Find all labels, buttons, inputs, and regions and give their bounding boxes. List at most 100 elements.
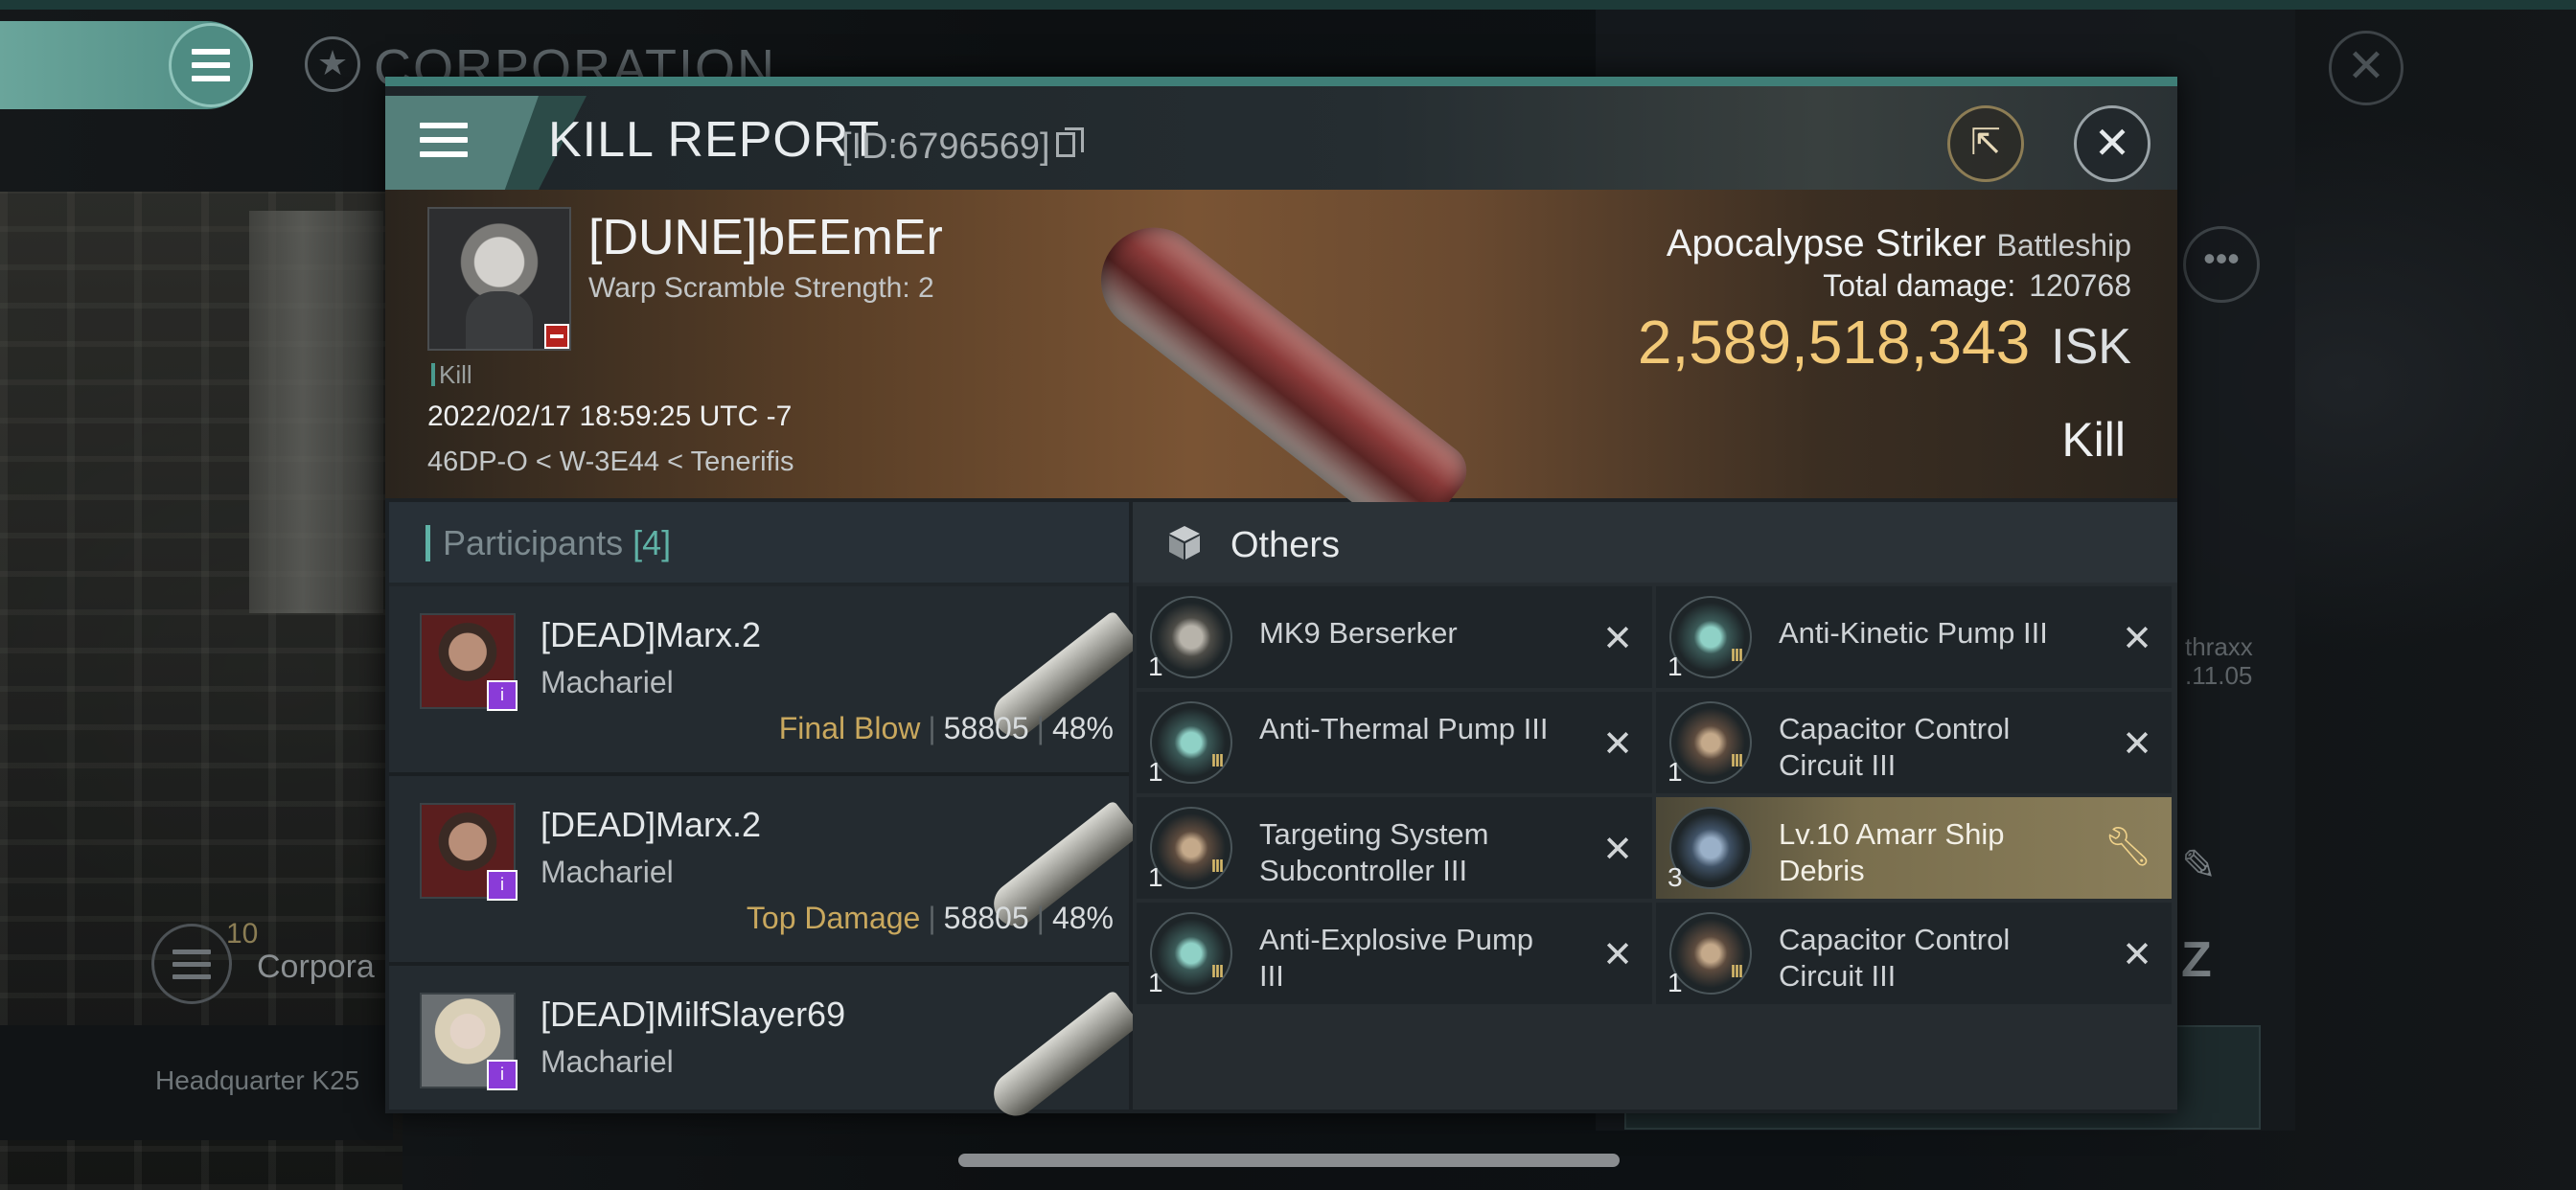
background-side-text: thraxx .11.05	[2185, 632, 2253, 690]
kill-tag: Kill	[431, 360, 472, 390]
participant-row[interactable]: i [DEAD]MilfSlayer69 Machariel	[389, 966, 1141, 1125]
tier-badge: III	[1211, 962, 1224, 981]
participant-role: Top Damage	[746, 901, 921, 935]
corp-count: 10	[226, 918, 259, 950]
item-cell[interactable]: III 1 Anti-Explosive Pump III ✕	[1137, 903, 1652, 1004]
item-quantity: 3	[1668, 862, 1683, 892]
participant-ship-image	[984, 989, 1141, 1125]
participant-name: [DEAD]MilfSlayer69	[540, 995, 846, 1034]
participant-damage: 58805	[943, 711, 1029, 745]
item-name: Targeting System Subcontroller III	[1259, 817, 1489, 887]
item-quantity: 1	[1148, 652, 1163, 681]
participants-count: [4]	[632, 523, 672, 562]
participants-title: Participants [4]	[443, 523, 671, 563]
destroyed-x-icon: ✕	[2122, 619, 2152, 659]
item-cell-highlighted[interactable]: 3 Lv.10 Amarr Ship Debris 🔧︎	[1656, 797, 2172, 899]
participant-row[interactable]: i [DEAD]Marx.2 Machariel Top Damage | 5880…	[389, 776, 1141, 966]
z-settings-icon[interactable]: Z	[2181, 931, 2212, 989]
participant-name: [DEAD]Marx.2	[540, 615, 762, 654]
victim-name[interactable]: [DUNE]bEEmEr	[588, 209, 943, 266]
dialog-top-accent	[385, 77, 2177, 86]
item-name: Anti-Thermal Pump III	[1259, 712, 1549, 745]
menu-icon	[192, 49, 230, 81]
item-name: Anti-Explosive Pump III	[1259, 923, 1534, 993]
participant-stats: Top Damage | 58805 | 48%	[746, 901, 1114, 935]
participant-name: [DEAD]Marx.2	[540, 805, 762, 844]
participant-ship: Machariel	[540, 855, 674, 889]
item-name: Capacitor Control Circuit III	[1779, 923, 2011, 993]
participants-panel: Participants [4] i [DEAD]Marx.2 Macharie…	[389, 502, 1141, 1125]
tier-badge: III	[1211, 857, 1224, 876]
copy-icon[interactable]	[1056, 127, 1084, 157]
victim-banner: [DUNE]bEEmEr Warp Scramble Strength: 2 K…	[385, 190, 2177, 550]
destroyed-x-icon: ✕	[1602, 935, 1633, 975]
item-cell[interactable]: III 1 Targeting System Subcontroller III…	[1137, 797, 1652, 899]
total-damage-label: Total damage:	[1823, 268, 2016, 303]
background-close-button[interactable]: ✕	[2329, 31, 2404, 105]
tier-badge: III	[1731, 646, 1743, 665]
isk-loss: 2,589,518,343 ISK	[1638, 307, 2131, 378]
kill-datetime: 2022/02/17 18:59:25 UTC -7	[427, 400, 793, 432]
corp-label: Corpora	[257, 949, 375, 985]
victim-subtitle: Warp Scramble Strength: 2	[588, 272, 934, 304]
item-cell[interactable]: 1 MK9 Berserker ✕	[1137, 586, 1652, 688]
item-cell[interactable]: III 1 Anti-Kinetic Pump III ✕	[1656, 586, 2172, 688]
participant-stats: Final Blow | 58805 | 48%	[778, 711, 1114, 745]
alliance-badge-icon: i	[487, 680, 518, 711]
item-cell[interactable]: III 1 Anti-Thermal Pump III ✕	[1137, 692, 1652, 793]
cube-icon	[1169, 526, 1200, 560]
total-damage-value: 120768	[2029, 268, 2131, 303]
item-cell[interactable]: III 1 Capacitor Control Circuit III ✕	[1656, 903, 2172, 1004]
close-icon: ✕	[2093, 118, 2131, 168]
kill-location[interactable]: 46DP-O < W-3E44 < Tenerifis	[427, 446, 794, 478]
header-accent-bar	[426, 525, 430, 561]
more-options-button[interactable]: •••	[2183, 226, 2260, 303]
item-name: MK9 Berserker	[1259, 616, 1458, 650]
victim-ship: Apocalypse Striker Battleship	[1667, 222, 2131, 265]
isk-amount: 2,589,518,343	[1637, 308, 2031, 377]
side-text-line-2: .11.05	[2185, 661, 2253, 690]
item-quantity: 1	[1148, 862, 1163, 892]
home-indicator[interactable]	[958, 1154, 1620, 1167]
item-cell[interactable]: III 1 Capacitor Control Circuit III ✕	[1656, 692, 2172, 793]
star-icon: ★	[305, 36, 360, 92]
item-quantity: 1	[1668, 757, 1683, 787]
participant-ship: Machariel	[540, 1044, 674, 1079]
participant-row[interactable]: i [DEAD]Marx.2 Machariel Final Blow | 5880…	[389, 586, 1141, 776]
destroyed-x-icon: ✕	[1602, 619, 1633, 659]
destroyed-x-icon: ✕	[1602, 724, 1633, 765]
participants-label: Participants	[443, 523, 624, 562]
tier-badge: III	[1731, 962, 1743, 981]
total-damage: Total damage: 120768	[1823, 268, 2131, 304]
participant-damage: 58805	[943, 901, 1029, 935]
participant-role: Final Blow	[778, 711, 921, 745]
item-name: Lv.10 Amarr Ship Debris	[1779, 817, 2005, 887]
dialog-header: KILL REPORT [ID:6796569] ⇱ ✕	[385, 86, 2177, 190]
participant-percent: 48%	[1051, 711, 1114, 745]
tier-badge: III	[1731, 751, 1743, 770]
participant-percent: 48%	[1051, 901, 1114, 935]
dialog-title: KILL REPORT	[548, 112, 881, 168]
destroyed-x-icon: ✕	[2122, 724, 2152, 765]
item-quantity: 1	[1668, 652, 1683, 681]
top-strip	[0, 0, 2576, 10]
others-panel: Others 1 MK9 Berserker ✕ III 1 Anti-Kine…	[1133, 502, 2177, 1110]
share-button[interactable]: ⇱	[1947, 105, 2024, 182]
item-name: Anti-Kinetic Pump III	[1779, 616, 2048, 650]
edit-icon[interactable]: ✎	[2181, 841, 2229, 889]
share-icon: ⇱	[1970, 123, 2001, 163]
alliance-badge-icon: i	[487, 870, 518, 901]
participants-header: Participants [4]	[389, 502, 1129, 583]
ship-name: Apocalypse Striker	[1666, 222, 1987, 264]
kill-id: [ID:6796569]	[841, 126, 1050, 167]
kill-report-dialog: KILL REPORT [ID:6796569] ⇱ ✕ [DUNE]bEEmE…	[385, 77, 2177, 1125]
others-header: Others	[1133, 502, 2177, 583]
corp-menu-button[interactable]	[169, 23, 253, 107]
item-quantity: 1	[1148, 968, 1163, 997]
list-icon	[172, 949, 211, 979]
wrench-icon[interactable]: 🔧︎	[2104, 824, 2152, 869]
alliance-badge-icon: i	[487, 1060, 518, 1090]
corp-list-button[interactable]	[151, 924, 232, 1004]
others-title: Others	[1230, 525, 1341, 565]
close-button[interactable]: ✕	[2074, 105, 2150, 182]
